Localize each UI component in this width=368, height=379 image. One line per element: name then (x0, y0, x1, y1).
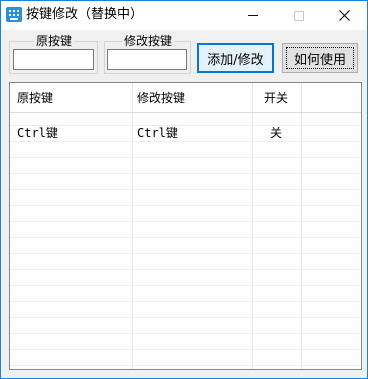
minimize-icon (248, 15, 258, 16)
maximize-button[interactable] (276, 1, 322, 30)
keyboard-icon (6, 7, 22, 22)
how-to-use-button[interactable]: 如何使用 (282, 43, 358, 73)
modified-key-label: 修改按键 (122, 34, 175, 48)
title-bar[interactable]: 按键修改（替换中） (1, 1, 367, 30)
table-cell-original-key: Ctrl键 (17, 126, 58, 140)
column-header-modified-key[interactable]: 修改按键 (137, 91, 185, 105)
table-cell-switch[interactable]: 关 (270, 126, 282, 140)
maximize-icon (294, 10, 304, 21)
column-header-original-key[interactable]: 原按键 (17, 91, 53, 105)
key-mapping-table[interactable]: 原按键 修改按键 开关 Ctrl键 Ctrl键 关 (9, 82, 362, 370)
column-header-switch[interactable]: 开关 (264, 91, 288, 105)
table-cell-modified-key: Ctrl键 (137, 126, 178, 140)
main-window: 按键修改（替换中） 原按键 修改按键 添加/修改 如何使用 原按键 修改按键 开… (0, 0, 368, 379)
minimize-button[interactable] (230, 1, 276, 30)
modified-key-input[interactable] (107, 49, 187, 70)
original-key-label: 原按键 (34, 34, 75, 48)
close-button[interactable] (321, 1, 367, 30)
window-title: 按键修改（替换中） (26, 7, 144, 22)
close-icon (338, 10, 350, 21)
add-modify-button[interactable]: 添加/修改 (197, 43, 274, 73)
original-key-input[interactable] (13, 49, 94, 70)
